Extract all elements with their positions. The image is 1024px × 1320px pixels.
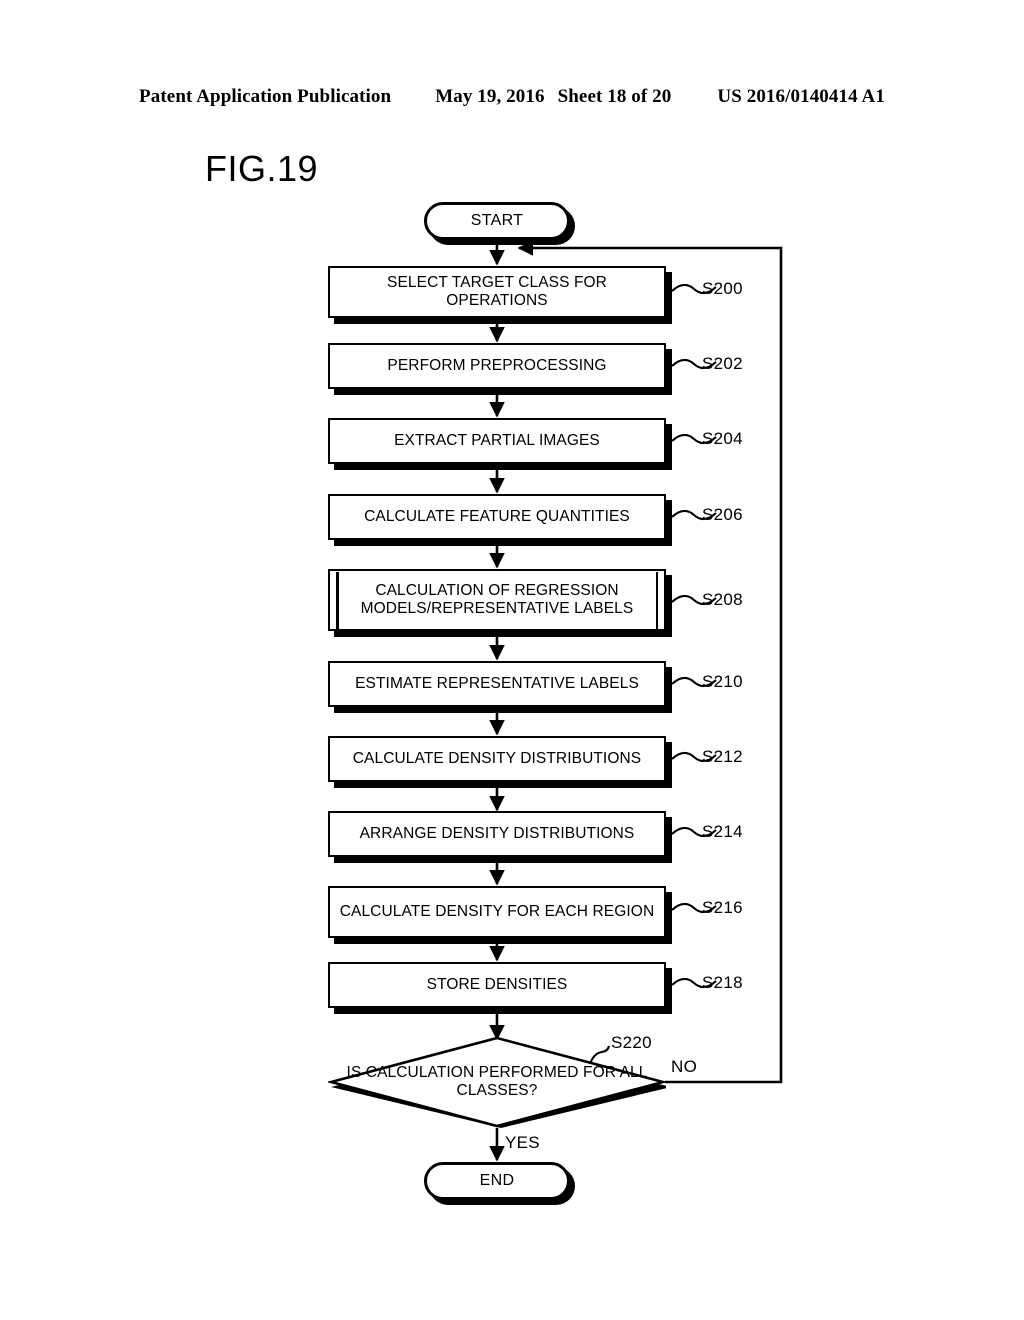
- branch-label-no: NO: [671, 1057, 698, 1076]
- flow-node-s208-label: CALCULATION OF REGRESSION MODELS/REPRESE…: [360, 582, 634, 617]
- flow-node-s218-label: STORE DENSITIES: [426, 976, 568, 993]
- flow-node-s220-label: IS CALCULATION PERFORMED FOR ALL CLASSES…: [346, 1064, 648, 1099]
- predefined-process-right-bar: [655, 571, 658, 629]
- step-ref-s214: S214: [702, 822, 743, 841]
- flow-node-s220-decision[interactable]: IS CALCULATION PERFORMED FOR ALL CLASSES…: [328, 1036, 666, 1128]
- step-ref-s202: S202: [702, 354, 743, 373]
- flow-node-s206-label: CALCULATE FEATURE QUANTITIES: [364, 508, 630, 525]
- flow-node-s212-label: CALCULATE DENSITY DISTRIBUTIONS: [352, 750, 642, 767]
- step-ref-s200: S200: [702, 279, 743, 298]
- flow-node-s214[interactable]: ARRANGE DENSITY DISTRIBUTIONS: [328, 811, 666, 857]
- flow-node-start[interactable]: START: [424, 202, 570, 240]
- step-ref-s206: S206: [702, 505, 743, 524]
- step-ref-s204: S204: [702, 429, 743, 448]
- predefined-process-left-bar: [336, 571, 339, 629]
- step-ref-s216: S216: [702, 898, 743, 917]
- flow-node-s202[interactable]: PERFORM PREPROCESSING: [328, 343, 666, 389]
- flow-node-s204[interactable]: EXTRACT PARTIAL IMAGES: [328, 418, 666, 464]
- step-ref-s210: S210: [702, 672, 743, 691]
- flow-node-s200-label: SELECT TARGET CLASS FOR OPERATIONS: [387, 274, 607, 309]
- flow-node-s210[interactable]: ESTIMATE REPRESENTATIVE LABELS: [328, 661, 666, 707]
- step-ref-s212: S212: [702, 747, 743, 766]
- flow-node-s216-label: CALCULATE DENSITY FOR EACH REGION: [339, 903, 655, 920]
- flow-node-s206[interactable]: CALCULATE FEATURE QUANTITIES: [328, 494, 666, 540]
- flow-node-s212[interactable]: CALCULATE DENSITY DISTRIBUTIONS: [328, 736, 666, 782]
- flow-node-s218[interactable]: STORE DENSITIES: [328, 962, 666, 1008]
- flow-node-s202-label: PERFORM PREPROCESSING: [387, 357, 607, 374]
- step-ref-s208: S208: [702, 590, 743, 609]
- flow-node-s210-label: ESTIMATE REPRESENTATIVE LABELS: [355, 675, 639, 692]
- flow-node-start-label: START: [470, 212, 524, 229]
- flow-node-s208-body: CALCULATION OF REGRESSION MODELS/REPRESE…: [328, 569, 666, 631]
- step-ref-s218: S218: [702, 973, 743, 992]
- flow-node-s208[interactable]: CALCULATION OF REGRESSION MODELS/REPRESE…: [328, 569, 666, 631]
- flow-node-s214-label: ARRANGE DENSITY DISTRIBUTIONS: [359, 825, 635, 842]
- flowchart-diagram: START SELECT TARGET CLASS FOR OPERATIONS…: [0, 0, 1024, 1320]
- flow-node-end[interactable]: END: [424, 1162, 570, 1200]
- flow-node-s200[interactable]: SELECT TARGET CLASS FOR OPERATIONS: [328, 266, 666, 318]
- branch-label-yes: YES: [505, 1133, 540, 1152]
- flow-node-end-label: END: [479, 1172, 515, 1189]
- flow-node-s216[interactable]: CALCULATE DENSITY FOR EACH REGION: [328, 886, 666, 938]
- flow-node-s204-label: EXTRACT PARTIAL IMAGES: [394, 432, 600, 449]
